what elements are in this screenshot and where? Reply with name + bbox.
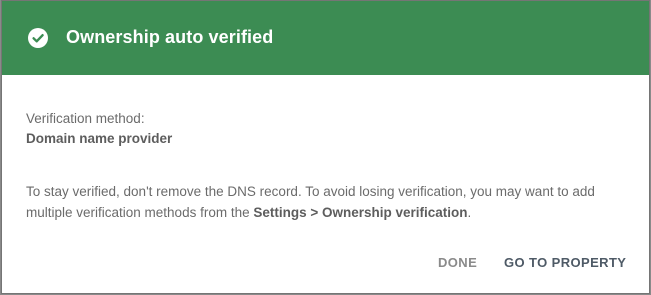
dialog-header: Ownership auto verified xyxy=(2,1,649,75)
verification-dialog: Ownership auto verified Verification met… xyxy=(2,1,649,293)
verification-method-label: Verification method: xyxy=(26,111,145,126)
check-circle-icon xyxy=(28,28,48,48)
settings-path: Settings > Ownership verification xyxy=(253,205,468,220)
dialog-title: Ownership auto verified xyxy=(66,27,274,47)
done-button[interactable]: DONE xyxy=(432,248,483,276)
info-text-suffix: . xyxy=(467,205,472,220)
verification-method-value: Domain name provider xyxy=(26,131,173,146)
info-text: To stay verified, don't remove the DNS r… xyxy=(26,181,626,223)
go-to-property-button[interactable]: GO TO PROPERTY xyxy=(498,248,632,276)
